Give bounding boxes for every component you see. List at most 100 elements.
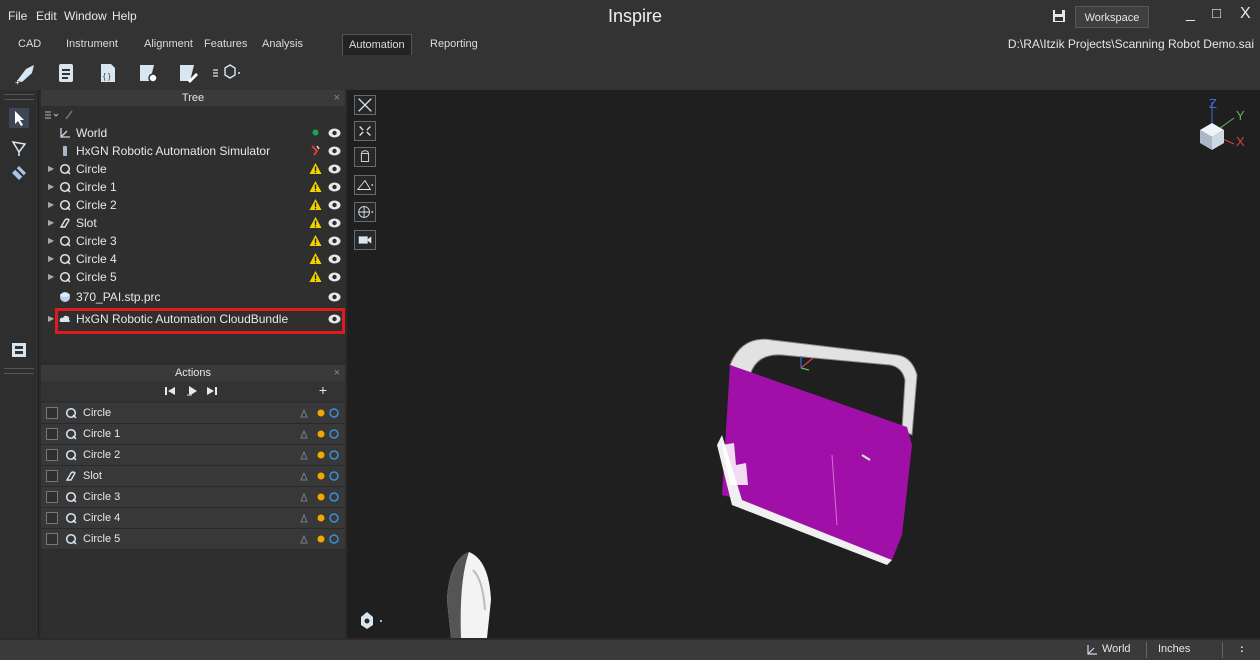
action-status-icons[interactable] xyxy=(299,512,343,524)
view-orientation-icon[interactable] xyxy=(354,147,376,167)
tree-item-circle-4[interactable]: ▶ Circle 4 xyxy=(41,250,345,268)
report-icon[interactable] xyxy=(9,340,29,360)
tree-item-cad-file[interactable]: 370_PAI.stp.prc xyxy=(41,288,345,306)
robot-add-icon[interactable]: + xyxy=(14,61,38,85)
zoom-extents-icon[interactable] xyxy=(354,121,376,141)
tab-reporting[interactable]: Reporting xyxy=(424,34,484,54)
expand-arrow-icon[interactable]: ▶ xyxy=(48,232,54,250)
visibility-eye-icon[interactable] xyxy=(328,291,341,303)
camera-icon[interactable] xyxy=(354,230,376,250)
menu-file[interactable]: File xyxy=(8,9,27,23)
path-settings-icon[interactable] xyxy=(136,61,160,85)
tree-panel-close-button[interactable]: × xyxy=(334,90,340,106)
menu-help[interactable]: Help xyxy=(112,9,137,23)
add-action-button[interactable]: + xyxy=(319,382,327,398)
visibility-eye-icon[interactable] xyxy=(328,181,341,193)
action-row-circle-2[interactable]: Circle 2 xyxy=(41,445,345,466)
tree-item-simulator[interactable]: HxGN Robotic Automation Simulator xyxy=(41,142,345,160)
document-icon[interactable] xyxy=(54,61,78,85)
display-settings-dropdown-icon[interactable] xyxy=(357,610,387,630)
action-checkbox[interactable] xyxy=(46,512,58,524)
select-arrow-icon[interactable] xyxy=(9,108,29,128)
perspective-dropdown-icon[interactable] xyxy=(354,175,376,195)
tab-analysis[interactable]: Analysis xyxy=(256,34,309,54)
3d-viewport[interactable]: Z Y X xyxy=(347,90,1260,638)
action-checkbox[interactable] xyxy=(46,407,58,419)
toolbar: + { } xyxy=(0,56,1260,91)
action-checkbox[interactable] xyxy=(46,491,58,503)
tab-automation[interactable]: Automation xyxy=(342,34,412,55)
tree-options-icon[interactable] xyxy=(44,109,78,121)
action-status-icons[interactable] xyxy=(299,428,343,440)
action-row-circle-1[interactable]: Circle 1 xyxy=(41,424,345,445)
action-row-circle-3[interactable]: Circle 3 xyxy=(41,487,345,508)
visibility-eye-icon[interactable] xyxy=(328,145,341,157)
tree-item-slot[interactable]: ▶ Slot xyxy=(41,214,345,232)
tab-features[interactable]: Features xyxy=(198,34,253,54)
actions-panel-close-button[interactable]: × xyxy=(334,365,340,381)
skip-to-start-icon[interactable] xyxy=(164,385,176,397)
action-row-circle[interactable]: Circle xyxy=(41,403,345,424)
warning-icon xyxy=(309,235,322,246)
render-mode-dropdown-icon[interactable] xyxy=(354,202,376,222)
skip-to-end-icon[interactable] xyxy=(206,385,218,397)
scanner-probe-model[interactable] xyxy=(439,550,499,638)
maximize-button[interactable]: □ xyxy=(1212,5,1221,22)
units-selector[interactable]: Inches xyxy=(1158,643,1190,655)
expand-arrow-icon[interactable]: ▶ xyxy=(48,178,54,196)
tree-item-world[interactable]: World xyxy=(41,124,345,142)
visibility-eye-icon[interactable] xyxy=(328,199,341,211)
coordinate-system-selector[interactable]: World xyxy=(1102,643,1131,655)
action-checkbox[interactable] xyxy=(46,533,58,545)
close-button[interactable]: X xyxy=(1240,5,1251,23)
visibility-eye-icon[interactable] xyxy=(328,235,341,247)
tab-instrument[interactable]: Instrument xyxy=(60,34,124,54)
action-status-icons[interactable] xyxy=(299,533,343,545)
tab-cad[interactable]: CAD xyxy=(12,34,47,54)
visibility-eye-icon[interactable] xyxy=(328,253,341,265)
visibility-eye-icon[interactable] xyxy=(328,217,341,229)
visibility-eye-icon[interactable] xyxy=(328,127,341,139)
script-icon[interactable]: { } xyxy=(96,61,120,85)
expand-arrow-icon[interactable]: ▶ xyxy=(48,196,54,214)
action-checkbox[interactable] xyxy=(46,428,58,440)
expand-arrow-icon[interactable]: ▶ xyxy=(48,250,54,268)
car-door-model[interactable] xyxy=(712,335,932,565)
expand-arrow-icon[interactable]: ▶ xyxy=(48,310,54,328)
action-checkbox[interactable] xyxy=(46,470,58,482)
action-row-slot[interactable]: Slot xyxy=(41,466,345,487)
workspace-button[interactable]: Workspace xyxy=(1075,6,1149,28)
action-status-icons[interactable] xyxy=(299,449,343,461)
tree-item-circle[interactable]: ▶ Circle xyxy=(41,160,345,178)
tree-item-circle-5[interactable]: ▶ Circle 5 xyxy=(41,268,345,286)
action-row-circle-5[interactable]: Circle 5 xyxy=(41,529,345,550)
menu-edit[interactable]: Edit xyxy=(36,9,57,23)
cube-dropdown-icon[interactable] xyxy=(210,61,244,85)
tree-item-circle-3[interactable]: ▶ Circle 3 xyxy=(41,232,345,250)
expand-arrow-icon[interactable]: ▶ xyxy=(48,214,54,232)
action-checkbox[interactable] xyxy=(46,449,58,461)
deselect-icon[interactable] xyxy=(9,162,29,182)
lasso-select-icon[interactable] xyxy=(9,138,29,158)
warning-icon xyxy=(309,163,322,174)
pen-path-icon[interactable] xyxy=(176,61,200,85)
expand-arrow-icon[interactable]: ▶ xyxy=(48,160,54,178)
tab-alignment[interactable]: Alignment xyxy=(138,34,199,54)
minimize-button[interactable]: _ xyxy=(1186,5,1195,23)
menu-window[interactable]: Window xyxy=(64,9,107,23)
axis-x-label: X xyxy=(1236,134,1245,149)
visibility-eye-icon[interactable] xyxy=(328,271,341,283)
tree-item-circle-1[interactable]: ▶ Circle 1 xyxy=(41,178,345,196)
visibility-eye-icon[interactable] xyxy=(328,163,341,175)
action-status-icons[interactable] xyxy=(299,407,343,419)
action-row-circle-4[interactable]: Circle 4 xyxy=(41,508,345,529)
tree-item-circle-2[interactable]: ▶ Circle 2 xyxy=(41,196,345,214)
action-status-icons[interactable] xyxy=(299,491,343,503)
status-bar: World Inches : xyxy=(0,640,1260,660)
expand-arrow-icon[interactable]: ▶ xyxy=(48,268,54,286)
status-more-button[interactable]: : xyxy=(1240,643,1244,655)
play-step-icon[interactable] xyxy=(186,384,200,398)
fit-view-icon[interactable] xyxy=(354,95,376,115)
save-icon[interactable] xyxy=(1052,9,1066,23)
action-status-icons[interactable] xyxy=(299,470,343,482)
